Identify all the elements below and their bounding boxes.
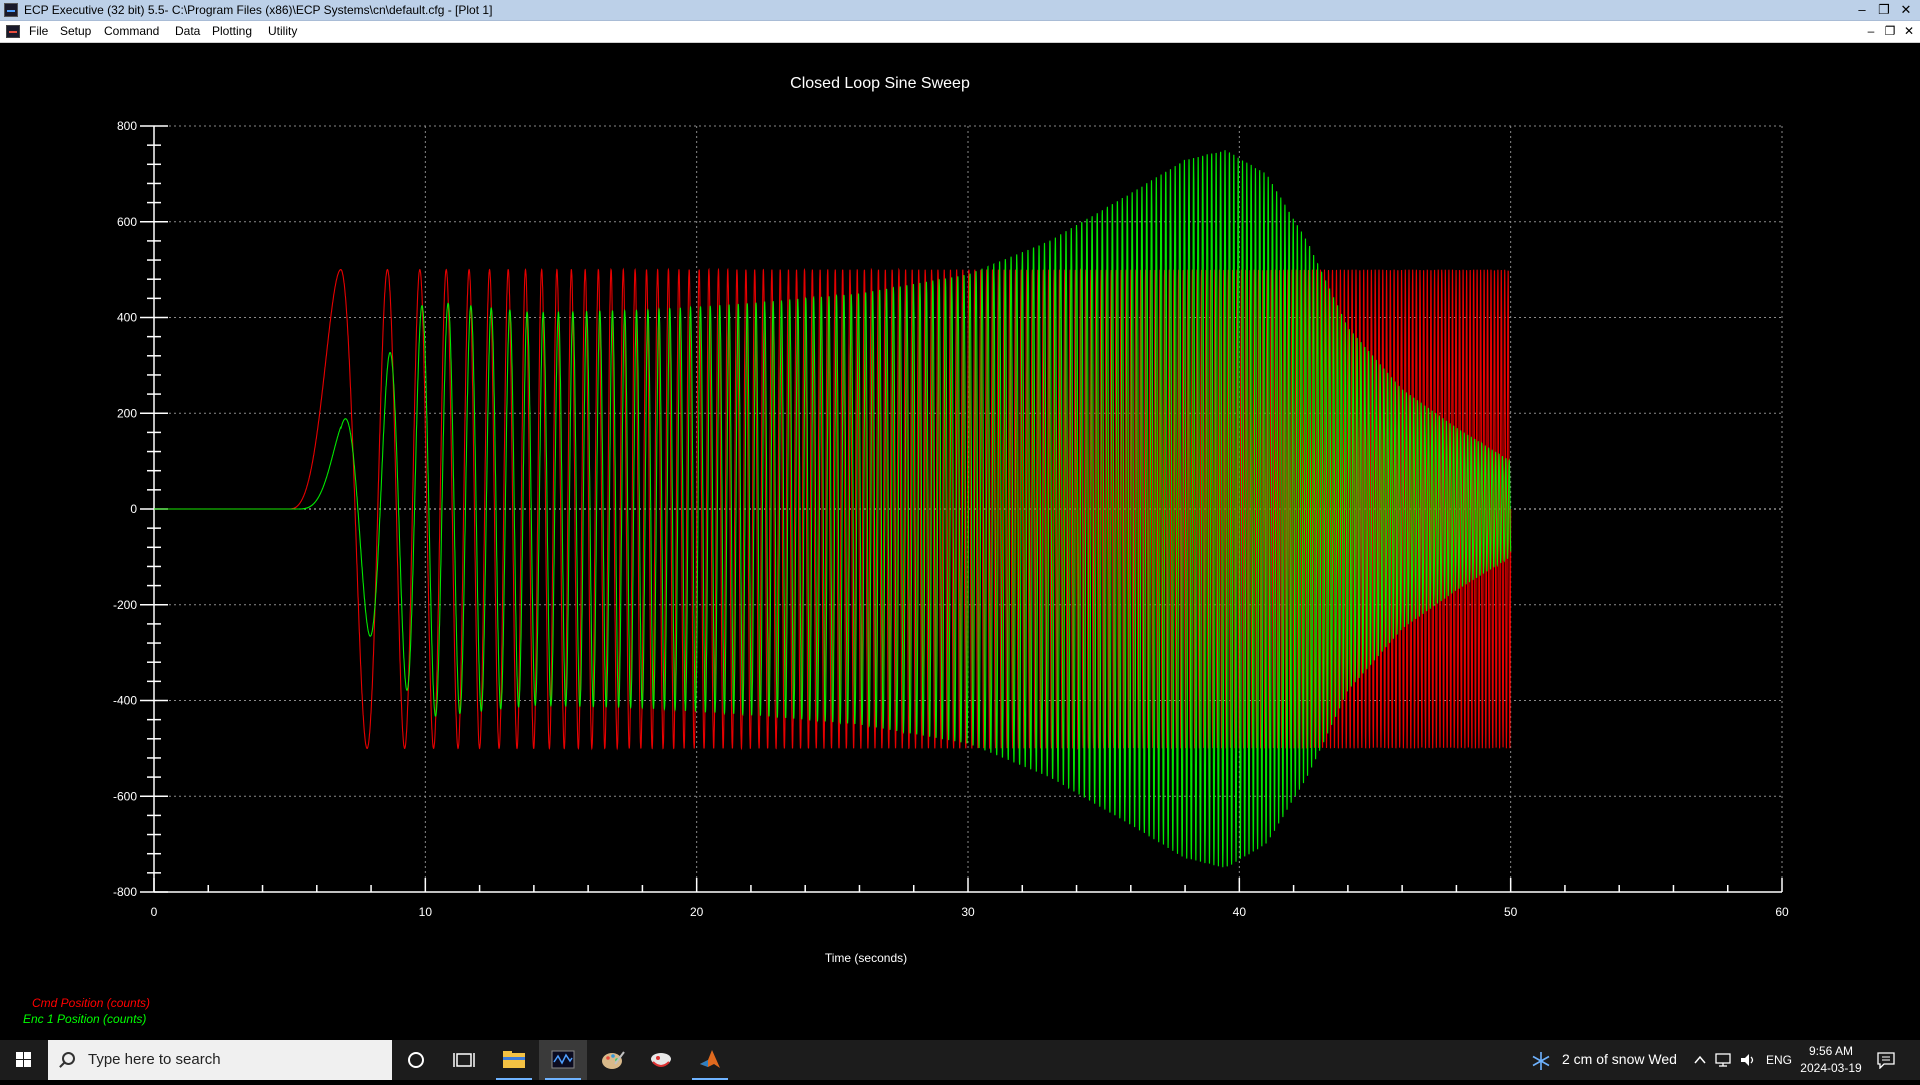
- cortana-circle-icon: [408, 1052, 424, 1068]
- close-button[interactable]: ✕: [1896, 1, 1916, 19]
- y-tick-label: -400: [113, 694, 137, 708]
- clock-time[interactable]: 9:56 AM: [1806, 1044, 1856, 1058]
- ecp-app-icon: [551, 1050, 575, 1069]
- weather-text[interactable]: 2 cm of snow Wed: [1562, 1051, 1677, 1067]
- mdi-minimize-button[interactable]: –: [1862, 23, 1880, 40]
- y-tick-label: -800: [113, 885, 137, 899]
- cortana-button[interactable]: [392, 1040, 440, 1080]
- mdi-close-button[interactable]: ✕: [1900, 23, 1918, 40]
- snipping-tool-icon: [651, 1053, 671, 1067]
- plot-window: Closed Loop Sine Sweep 0 10 20 30 40 50 60 800 6…: [0, 43, 1920, 1040]
- search-icon: [62, 1052, 75, 1065]
- menu-bar: File Setup Command Data Plotting Utility…: [0, 21, 1920, 43]
- paint-taskbar-button[interactable]: [588, 1040, 636, 1080]
- sine-sweep-chart: Closed Loop Sine Sweep 0 10 20 30 40 50 60 800 6…: [113, 75, 1789, 965]
- x-tick-label: 10: [419, 905, 433, 919]
- y-tick-label: -600: [113, 789, 137, 803]
- snipping-tool-taskbar-button[interactable]: [637, 1040, 685, 1080]
- x-tick-label: 0: [151, 905, 158, 919]
- x-axis-label: Time (seconds): [825, 951, 907, 965]
- axis-layer: 0 10 20 30 40 50 60 800 600 400 200 0 -200 -400 -600 -8…: [113, 119, 1789, 919]
- x-tick-label: 60: [1775, 905, 1789, 919]
- title-bar: ECP Executive (32 bit) 5.5- C:\Program F…: [0, 0, 1920, 21]
- y-tick-label: 600: [117, 215, 137, 229]
- x-tick-label: 40: [1233, 905, 1247, 919]
- weather-snow-icon[interactable]: [1530, 1050, 1552, 1072]
- menu-command[interactable]: Command: [104, 24, 159, 38]
- series-layer: [154, 150, 1512, 868]
- search-placeholder: Type here to search: [88, 1051, 221, 1068]
- plot-window-icon[interactable]: [6, 25, 20, 38]
- x-tick-label: 50: [1504, 905, 1518, 919]
- ecp-executive-taskbar-button[interactable]: [539, 1040, 587, 1080]
- task-view-icon: [453, 1053, 475, 1067]
- mdi-restore-button[interactable]: ❐: [1881, 23, 1899, 40]
- file-explorer-taskbar-button[interactable]: [490, 1040, 538, 1080]
- menu-utility[interactable]: Utility: [268, 24, 297, 38]
- paint-palette-icon: [602, 1051, 625, 1069]
- chart-title: Closed Loop Sine Sweep: [790, 75, 970, 92]
- minimize-button[interactable]: –: [1852, 1, 1872, 19]
- search-input[interactable]: Type here to search: [48, 1040, 392, 1080]
- menu-file[interactable]: File: [29, 24, 48, 38]
- x-tick-label: 20: [690, 905, 704, 919]
- menu-setup[interactable]: Setup: [60, 24, 91, 38]
- task-view-button[interactable]: [440, 1040, 488, 1080]
- y-tick-label: 400: [117, 311, 137, 325]
- y-tick-label: 0: [130, 502, 137, 516]
- network-icon[interactable]: [1714, 1051, 1732, 1069]
- start-button[interactable]: [0, 1040, 48, 1080]
- clock-date[interactable]: 2024-03-19: [1796, 1061, 1866, 1075]
- windows-logo-icon: [16, 1052, 31, 1067]
- volume-icon[interactable]: [1739, 1051, 1757, 1069]
- legend-enc1-position: Enc 1 Position (counts): [23, 1012, 147, 1026]
- y-tick-label: 200: [117, 406, 137, 420]
- menu-plotting[interactable]: Plotting: [212, 24, 252, 38]
- restore-button[interactable]: ❐: [1874, 1, 1894, 19]
- y-tick-label: -200: [113, 598, 137, 612]
- matlab-taskbar-button[interactable]: [686, 1040, 734, 1080]
- notifications-icon[interactable]: [1876, 1051, 1896, 1069]
- window-title: ECP Executive (32 bit) 5.5- C:\Program F…: [24, 3, 493, 17]
- x-tick-label: 30: [961, 905, 975, 919]
- menu-data[interactable]: Data: [175, 24, 200, 38]
- app-icon[interactable]: [4, 3, 18, 17]
- matlab-icon: [700, 1050, 720, 1068]
- language-indicator[interactable]: ENG: [1766, 1053, 1792, 1067]
- folder-icon: [503, 1051, 525, 1068]
- taskbar: Type here to search 2 cm of snow Wed ENG…: [0, 1040, 1920, 1080]
- y-tick-label: 800: [117, 119, 137, 133]
- chevron-up-icon[interactable]: [1692, 1052, 1708, 1068]
- legend-cmd-position: Cmd Position (counts): [32, 996, 151, 1010]
